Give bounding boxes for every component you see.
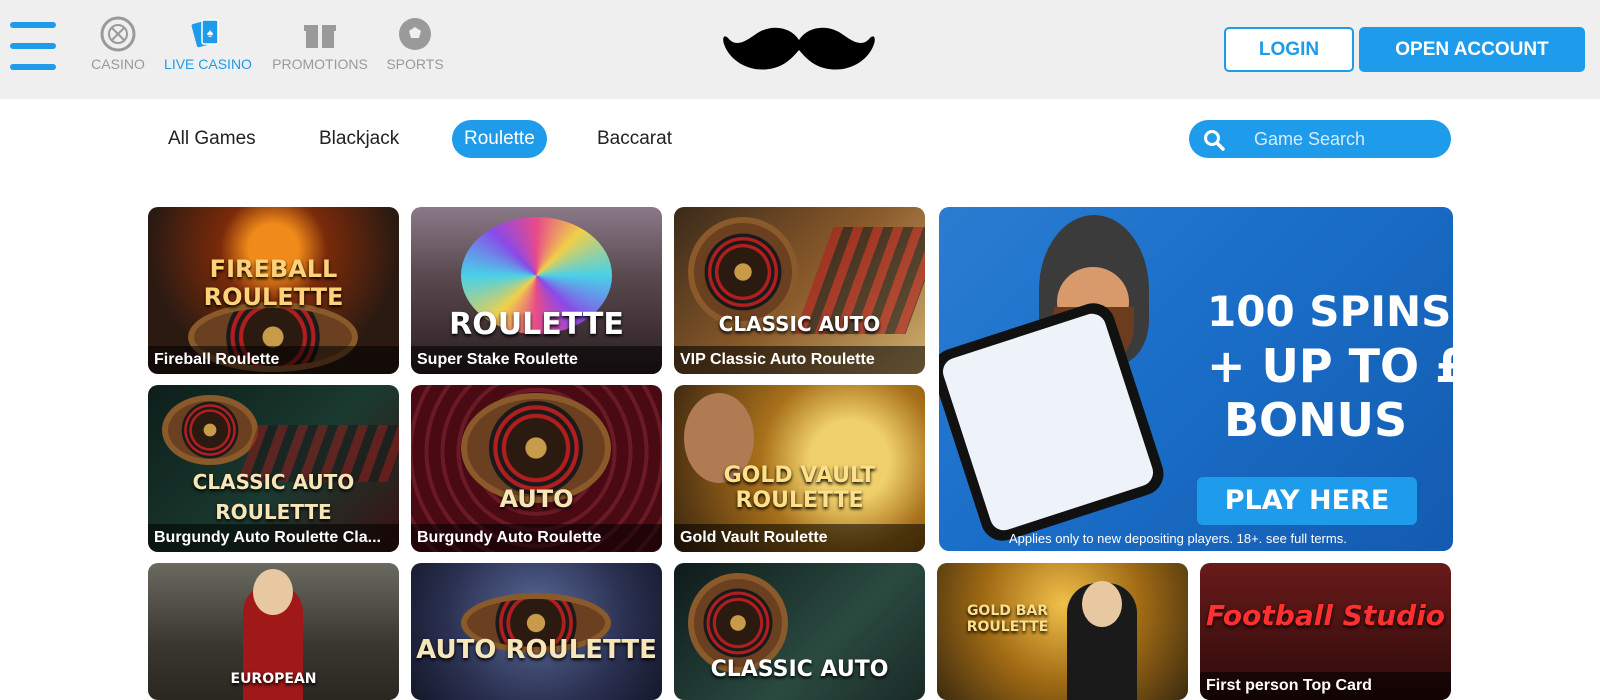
nav-live-casino[interactable]: ♠ LIVE CASINO <box>163 16 253 72</box>
login-button[interactable]: LOGIN <box>1224 27 1354 72</box>
site-header: CASINO ♠ LIVE CASINO PROMOTIONS SPORTS L… <box>0 0 1600 99</box>
game-caption: Burgundy Auto Roulette Cla... <box>148 524 399 552</box>
promo-banner[interactable]: 100 SPINS + UP TO £200 BONUS PLAY HERE A… <box>939 207 1453 551</box>
nav-casino[interactable]: CASINO <box>88 16 148 72</box>
filter-all-games[interactable]: All Games <box>168 120 256 158</box>
nav-live-casino-label: LIVE CASINO <box>164 56 252 72</box>
game-tile-auto-roulette[interactable]: AUTO ROULETTE <box>411 563 662 700</box>
game-tile-gold-bar-roulette[interactable]: GOLD BAR ROULETTE <box>937 563 1188 700</box>
promo-terms[interactable]: Applies only to new depositing players. … <box>1009 531 1347 546</box>
game-tile-fireball-roulette[interactable]: FIREBALL ROULETTE Fireball Roulette <box>148 207 399 374</box>
nav-sports[interactable]: SPORTS <box>385 16 445 72</box>
svg-text:♠: ♠ <box>207 26 214 40</box>
promo-line-3: BONUS <box>1224 393 1408 447</box>
search-placeholder: Game Search <box>1254 129 1366 149</box>
game-caption: Super Stake Roulette <box>411 346 662 374</box>
game-caption: Fireball Roulette <box>148 346 399 374</box>
game-tile-super-stake-roulette[interactable]: ROULETTE Super Stake Roulette <box>411 207 662 374</box>
game-art-text: CLASSIC AUTO ROULETTE <box>192 470 355 524</box>
game-search-input[interactable]: Game Search <box>1189 120 1451 158</box>
game-tile-vip-classic-auto-roulette[interactable]: CLASSIC AUTO VIP Classic Auto Roulette <box>674 207 925 374</box>
game-caption: VIP Classic Auto Roulette <box>674 346 925 374</box>
game-art-text: ROULETTE <box>449 307 624 342</box>
filter-baccarat[interactable]: Baccarat <box>597 120 672 158</box>
game-art-text: AUTO ROULETTE <box>416 635 657 665</box>
game-tile-european-roulette[interactable]: EUROPEAN <box>148 563 399 700</box>
game-caption: Burgundy Auto Roulette <box>411 524 662 552</box>
nav-sports-label: SPORTS <box>386 56 444 72</box>
game-art-text: CLASSIC AUTO <box>718 312 881 336</box>
game-art-text: GOLD VAULT ROULETTE <box>723 463 876 513</box>
game-tile-first-person-top-card[interactable]: Football Studio First person Top Card <box>1200 563 1451 700</box>
game-tile-burgundy-auto-roulette[interactable]: AUTO Burgundy Auto Roulette <box>411 385 662 552</box>
game-caption: Gold Vault Roulette <box>674 524 925 552</box>
gift-icon <box>304 25 336 48</box>
nav-promotions-label: PROMOTIONS <box>272 56 368 72</box>
nav-promotions[interactable]: PROMOTIONS <box>270 16 370 72</box>
game-tile-burgundy-auto-roulette-classic[interactable]: CLASSIC AUTO ROULETTE Burgundy Auto Roul… <box>148 385 399 552</box>
roulette-wheel-icon <box>100 16 136 52</box>
promo-line-1: 100 SPINS <box>1207 287 1452 336</box>
game-art-text: EUROPEAN <box>230 671 317 687</box>
search-icon <box>1204 130 1225 151</box>
playing-cards-icon: ♠ <box>191 19 219 48</box>
football-icon <box>399 18 431 50</box>
game-art-text: FIREBALL ROULETTE <box>203 255 344 311</box>
menu-icon[interactable] <box>10 22 56 72</box>
game-caption: First person Top Card <box>1200 672 1451 700</box>
open-account-button[interactable]: OPEN ACCOUNT <box>1359 27 1585 72</box>
filter-blackjack[interactable]: Blackjack <box>319 120 399 158</box>
game-art-text: AUTO <box>499 485 574 513</box>
nav-casino-label: CASINO <box>91 56 145 72</box>
game-art-text: CLASSIC AUTO <box>710 657 889 682</box>
game-art-text: Football Studio <box>1205 599 1446 632</box>
game-tile-gold-vault-roulette[interactable]: GOLD VAULT ROULETTE Gold Vault Roulette <box>674 385 925 552</box>
game-tile-classic-auto-roulette[interactable]: CLASSIC AUTO <box>674 563 925 700</box>
game-art-text: GOLD BAR ROULETTE <box>966 603 1049 635</box>
mustache-logo[interactable] <box>722 22 876 80</box>
play-here-button[interactable]: PLAY HERE <box>1197 477 1417 525</box>
promo-line-2: + UP TO £200 <box>1207 339 1453 393</box>
filter-roulette[interactable]: Roulette <box>452 120 547 158</box>
